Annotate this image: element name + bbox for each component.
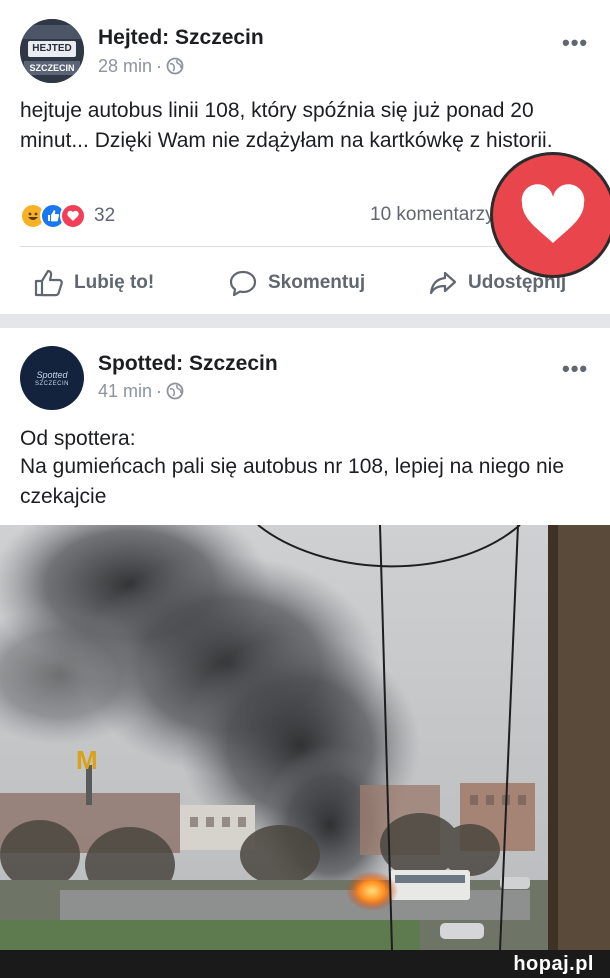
post-meta: 28 min · — [98, 56, 184, 80]
love-reaction-icon — [60, 203, 86, 229]
hopaj-logo[interactable]: hopaj.pl — [513, 953, 594, 976]
post-text-line1: Od spottera: — [20, 427, 136, 450]
photo-illustration: M — [0, 525, 610, 950]
avatar[interactable]: Spotted SZCZECIN — [20, 346, 84, 410]
more-icon[interactable]: ••• — [562, 32, 588, 54]
post-text-line2: Na gumieńcach pali się autobus nr 108, l… — [20, 455, 565, 508]
heart-badge[interactable] — [490, 152, 610, 278]
comment-icon — [229, 270, 257, 297]
comment-button[interactable]: Skomentuj — [228, 266, 365, 300]
post-time[interactable]: 28 min — [98, 56, 152, 76]
avatar-text-top: HEJTED — [32, 43, 72, 54]
avatar[interactable]: HEJTED SZCZECIN — [20, 19, 84, 83]
svg-text:M: M — [76, 745, 98, 775]
comments-count[interactable]: 10 komentarzy — [370, 204, 495, 226]
avatar-text-top: Spotted — [36, 370, 68, 380]
watermark-bar: hopaj.pl — [0, 950, 610, 978]
post-photo-burning-bus[interactable]: M — [0, 525, 610, 950]
comment-label: Skomentuj — [268, 272, 366, 293]
reaction-count: 32 — [94, 205, 116, 226]
reactions-bar[interactable]: 32 — [20, 202, 115, 230]
like-button[interactable]: Lubię to! — [34, 266, 154, 300]
like-label: Lubię to! — [74, 272, 155, 293]
post-meta: 41 min · — [98, 381, 184, 405]
post-hejted: HEJTED SZCZECIN Hejted: Szczecin 28 min ·… — [0, 0, 610, 314]
page-name[interactable]: Hejted: Szczecin — [98, 26, 264, 50]
post-time[interactable]: 41 min — [98, 381, 152, 401]
post-spotted: Spotted SZCZECIN Spotted: Szczecin 41 mi… — [0, 328, 610, 950]
post-text: hejtuje autobus linii 108, który spóźnia… — [20, 99, 553, 152]
globe-icon — [166, 57, 184, 80]
more-icon[interactable]: ••• — [562, 358, 588, 380]
heart-icon — [521, 184, 585, 243]
share-icon — [429, 271, 457, 295]
like-icon — [34, 269, 63, 297]
avatar-text-bottom: SZCZECIN — [29, 63, 75, 73]
avatar-text-bottom: SZCZECIN — [35, 381, 69, 387]
page-name[interactable]: Spotted: Szczecin — [98, 352, 278, 376]
globe-icon — [166, 382, 184, 405]
